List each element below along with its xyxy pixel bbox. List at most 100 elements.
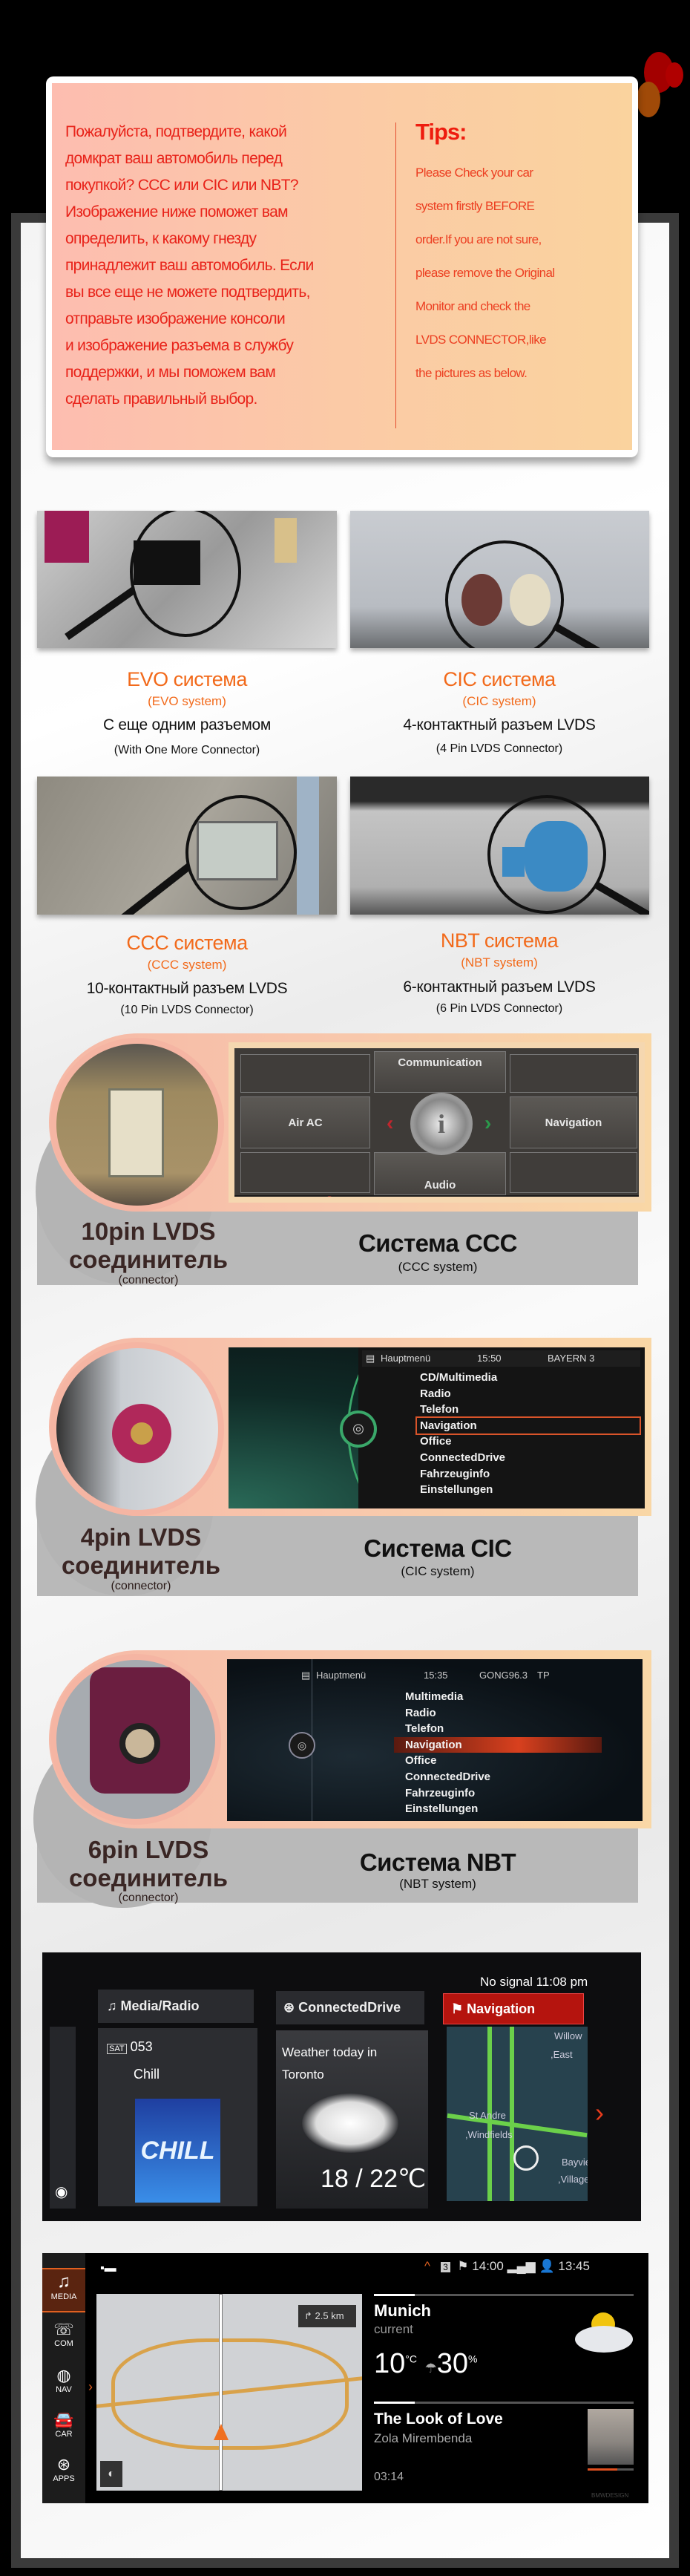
date-label: 01.03.2018 bbox=[572, 1197, 621, 1203]
tile-media-radio[interactable]: ♫ Media/Radio bbox=[98, 1990, 254, 2023]
tips-line: please remove the Original bbox=[415, 266, 555, 280]
chevron-right-icon[interactable]: › bbox=[595, 2097, 604, 2128]
connector-pins: 10pin LVDS bbox=[81, 1217, 216, 1245]
media-divider bbox=[374, 2402, 634, 2404]
connector-en: (connector) bbox=[111, 1580, 171, 1592]
rain-cloud-icon: ☂ bbox=[424, 2361, 437, 2376]
magnifier-icon bbox=[130, 511, 241, 637]
evo-description-en: (With One More Connector) bbox=[114, 744, 260, 756]
weather-card[interactable]: Weather today in Toronto 18 / 22℃ bbox=[276, 2030, 428, 2209]
ccc-tile-communication[interactable]: Communication bbox=[374, 1051, 506, 1093]
music-note-icon: ♫ bbox=[57, 2272, 70, 2292]
sidebar-item-apps[interactable]: ⊛ APPS bbox=[42, 2455, 85, 2483]
sidebar-item-com[interactable]: ☏ COM bbox=[42, 2320, 85, 2348]
menu-item[interactable]: Telefon bbox=[405, 1721, 602, 1737]
song-progress-bar[interactable] bbox=[588, 2468, 634, 2471]
chevron-left-icon[interactable]: ‹ bbox=[387, 1111, 393, 1135]
menu-item[interactable]: ConnectedDrive bbox=[420, 1450, 640, 1466]
cloud-icon bbox=[575, 2326, 633, 2353]
tile-navigation[interactable]: ⚑ Navigation bbox=[443, 1993, 584, 2024]
menu-item[interactable]: Office bbox=[405, 1753, 602, 1769]
menu-icon: ▤ bbox=[366, 1353, 375, 1364]
intro-line: определить, к какому гнезду bbox=[65, 230, 257, 247]
media-card[interactable]: SAT 053 Chill CHILL bbox=[98, 2028, 257, 2206]
ccc-tile-air-ac[interactable]: Air AC bbox=[240, 1096, 370, 1148]
menu-item[interactable]: ConnectedDrive bbox=[405, 1769, 602, 1785]
menu-item[interactable]: Einstellungen bbox=[420, 1482, 640, 1498]
map-panel[interactable]: ↱ 2.5 km ◐ bbox=[96, 2294, 362, 2491]
menu-item-selected[interactable]: Navigation bbox=[415, 1416, 641, 1436]
menu-item[interactable]: Fahrzeuginfo bbox=[405, 1785, 602, 1802]
weather-current: current bbox=[374, 2322, 413, 2336]
magnifier-icon bbox=[487, 795, 606, 914]
menu-item[interactable]: Office bbox=[420, 1434, 640, 1450]
nbt-system-en: (NBT system) bbox=[399, 1877, 476, 1891]
tile-label: Air AC bbox=[288, 1116, 323, 1129]
cic-subtitle: (CIC system) bbox=[462, 694, 536, 708]
chevron-right-icon[interactable]: › bbox=[484, 1111, 491, 1135]
menu-item[interactable]: Telefon bbox=[420, 1402, 640, 1418]
channel-name: Chill bbox=[134, 2067, 160, 2082]
ccc-tile-empty bbox=[240, 1152, 370, 1193]
status-text: No signal 11:08 pm bbox=[480, 1975, 588, 1989]
album-art bbox=[588, 2409, 634, 2465]
song-title: The Look of Love bbox=[374, 2410, 503, 2428]
menu-item[interactable]: CD/Multimedia bbox=[420, 1370, 640, 1386]
connector-en: (connector) bbox=[118, 1274, 179, 1287]
nbt-connector-photo bbox=[350, 777, 649, 915]
intro-line: поддержки, и мы поможем вам bbox=[65, 364, 276, 381]
decor-dot bbox=[666, 62, 683, 88]
channel-number: 053 bbox=[130, 2039, 153, 2054]
vehicle-arrow-icon bbox=[214, 2424, 229, 2440]
sidebar-item-car[interactable]: 🚘 CAR bbox=[42, 2410, 85, 2439]
idrive5-screen: No signal 11:08 pm ◉ ♫ Media/Radio SAT 0… bbox=[42, 1952, 641, 2221]
tile-connecteddrive[interactable]: ⊛ ConnectedDrive bbox=[276, 1991, 424, 2024]
ccc-title: CCC система bbox=[126, 932, 248, 954]
grid-icon[interactable]: ▪▬ bbox=[100, 2262, 116, 2275]
menu-item[interactable]: Radio bbox=[420, 1386, 640, 1402]
info-icon[interactable]: i bbox=[410, 1093, 473, 1155]
tips-line: Please Check your car bbox=[415, 166, 533, 180]
time-label: 10:52 bbox=[444, 1197, 469, 1203]
cloud-icon bbox=[302, 2093, 398, 2153]
ccc-description: 10-контактный разъем LVDS bbox=[86, 980, 288, 997]
connector-pins: 4pin LVDS bbox=[80, 1523, 202, 1551]
nbt-subtitle: (NBT system) bbox=[461, 955, 538, 970]
cic-connector-label: 4pin LVDS соединитель bbox=[45, 1523, 237, 1580]
nav-flag-icon: ⚑ bbox=[451, 2001, 467, 2016]
sidebar-item-media[interactable]: ♫ MEDIA bbox=[42, 2272, 85, 2301]
nbt-menu-list: Multimedia Radio Telefon Navigation Offi… bbox=[394, 1689, 602, 1817]
nav-flag-icon: ⚑ bbox=[457, 2259, 469, 2273]
sidebar-label: COM bbox=[54, 2339, 73, 2348]
cic-title: CIC система bbox=[443, 668, 556, 690]
magnifier-icon bbox=[445, 540, 564, 648]
compass-button[interactable]: ◐ bbox=[100, 2461, 122, 2487]
ccc-tile-audio[interactable]: Audio bbox=[374, 1152, 506, 1195]
tips-title: Tips: bbox=[415, 119, 467, 145]
menu-item[interactable]: Fahrzeuginfo bbox=[420, 1466, 640, 1482]
connector-shape bbox=[131, 1422, 153, 1445]
menu-item[interactable]: Multimedia bbox=[405, 1689, 602, 1705]
sidebar-item-nav[interactable]: ◍ NAV bbox=[42, 2366, 85, 2394]
chill-logo: CHILL bbox=[135, 2099, 220, 2203]
cic-menu-list: CD/Multimedia Radio Telefon Navigation O… bbox=[415, 1370, 641, 1498]
connector-en: (connector) bbox=[118, 1892, 179, 1904]
cic-connector-photo bbox=[350, 511, 649, 648]
play-icon[interactable]: ◉ bbox=[55, 2183, 68, 2201]
chevron-up-icon[interactable]: ^ bbox=[424, 2259, 430, 2273]
decor-dot bbox=[637, 82, 660, 117]
connecteddrive-icon: ⊛ bbox=[283, 2000, 299, 2015]
chevron-right-icon[interactable]: › bbox=[88, 2379, 93, 2395]
menu-item[interactable]: Radio bbox=[405, 1705, 602, 1722]
tile-label: Communication bbox=[398, 1056, 482, 1069]
station-label: SCOOP bbox=[242, 1197, 277, 1203]
menu-icon: ▤ bbox=[301, 1670, 311, 1681]
menu-item-selected[interactable]: Navigation bbox=[394, 1736, 602, 1753]
evo-connector-photo bbox=[37, 511, 337, 648]
map-card[interactable]: Willow ,East St Andre ,Windfields Bayvie… bbox=[447, 2027, 588, 2201]
ccc-tile-navigation[interactable]: Navigation bbox=[510, 1096, 637, 1148]
mute-icon: 🔇 bbox=[323, 1196, 336, 1203]
menu-item[interactable]: Einstellungen bbox=[405, 1801, 602, 1817]
nbt-description: 6-контактный разъем LVDS bbox=[403, 978, 596, 996]
evo-title: EVO система bbox=[127, 668, 247, 690]
